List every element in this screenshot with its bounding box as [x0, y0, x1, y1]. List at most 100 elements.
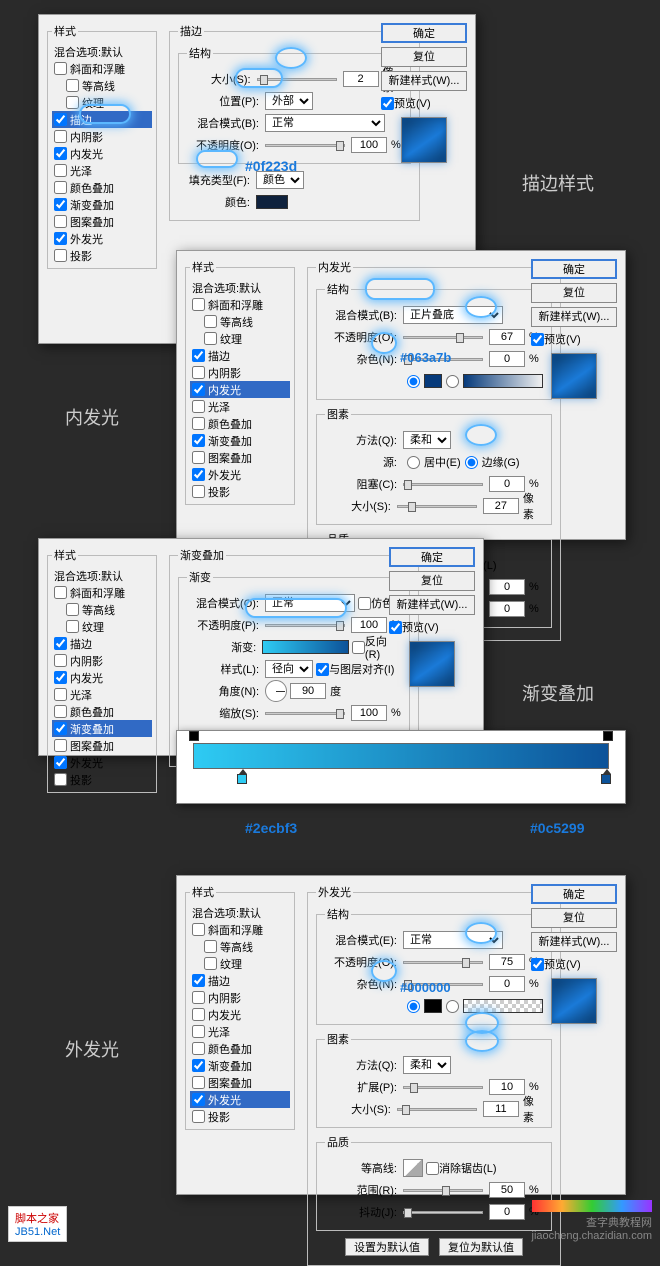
source-center-radio[interactable] — [407, 456, 420, 469]
style-inner-shadow[interactable]: 内阴影 — [52, 128, 152, 145]
ok-button[interactable]: 确定 — [389, 547, 475, 567]
jitter-input[interactable] — [489, 601, 525, 617]
size-slider[interactable] — [257, 78, 337, 81]
angle-input[interactable] — [290, 683, 326, 699]
opacity-slider[interactable] — [265, 624, 345, 627]
checkbox-drop-shadow[interactable] — [54, 249, 67, 262]
color-radio[interactable] — [407, 375, 420, 388]
new-style-button[interactable]: 新建样式(W)... — [531, 307, 617, 327]
style-select[interactable]: 径向 — [265, 660, 313, 678]
reset-button[interactable]: 复位 — [531, 283, 617, 303]
blend-select[interactable]: 正常 — [265, 114, 385, 132]
size-input[interactable] — [343, 71, 379, 87]
opacity-input[interactable] — [489, 954, 525, 970]
size-slider[interactable] — [397, 505, 477, 508]
blend-select[interactable]: 正常 — [403, 931, 503, 949]
opacity-stop-right[interactable] — [603, 731, 613, 741]
opacity-input[interactable] — [489, 329, 525, 345]
range-input[interactable] — [489, 579, 525, 595]
color-swatch[interactable] — [256, 195, 288, 209]
style-outer-glow[interactable]: 外发光 — [190, 1091, 290, 1108]
style-satin[interactable]: 光泽 — [52, 162, 152, 179]
size-slider[interactable] — [397, 1108, 477, 1111]
preview-checkbox[interactable] — [531, 333, 544, 346]
glow-color-swatch[interactable] — [424, 999, 442, 1013]
preview-checkbox[interactable] — [531, 958, 544, 971]
ok-button[interactable]: 确定 — [531, 884, 617, 904]
choke-input[interactable] — [489, 476, 525, 492]
opacity-slider[interactable] — [265, 144, 345, 147]
preview-checkbox[interactable] — [389, 621, 402, 634]
ok-button[interactable]: 确定 — [531, 259, 617, 279]
color-radio[interactable] — [407, 1000, 420, 1013]
checkbox-satin[interactable] — [54, 164, 67, 177]
scale-slider[interactable] — [265, 712, 345, 715]
reverse-checkbox[interactable] — [352, 641, 365, 654]
checkbox-inner-shadow[interactable] — [54, 130, 67, 143]
checkbox-pattern-overlay[interactable] — [54, 215, 67, 228]
checkbox-stroke[interactable] — [54, 113, 67, 126]
style-texture[interactable]: 纹理 — [52, 94, 152, 111]
style-stroke[interactable]: 描边 — [52, 111, 152, 128]
source-edge-radio[interactable] — [465, 456, 478, 469]
style-grad-overlay[interactable]: 渐变叠加 — [52, 720, 152, 737]
checkbox-bevel[interactable] — [54, 62, 67, 75]
gradient-radio[interactable] — [446, 1000, 459, 1013]
antialias-checkbox[interactable] — [426, 1162, 439, 1175]
style-drop-shadow[interactable]: 投影 — [52, 247, 152, 264]
opacity-stop-left[interactable] — [189, 731, 199, 741]
technique-select[interactable]: 柔和 — [403, 1056, 451, 1074]
style-pattern-overlay[interactable]: 图案叠加 — [52, 213, 152, 230]
blend-select[interactable]: 正片叠底 — [403, 306, 503, 324]
jitter-slider[interactable] — [403, 1211, 483, 1214]
blend-select[interactable]: 正常 — [265, 594, 355, 612]
checkbox-outer-glow[interactable] — [54, 232, 67, 245]
style-grad-overlay[interactable]: 渐变叠加 — [52, 196, 152, 213]
contour-picker[interactable] — [403, 1159, 423, 1177]
glow-color-swatch[interactable] — [424, 374, 442, 388]
opacity-slider[interactable] — [403, 961, 483, 964]
gradient-bar[interactable] — [193, 743, 609, 769]
style-inner-glow[interactable]: 内发光 — [190, 381, 290, 398]
size-input[interactable] — [483, 498, 519, 514]
scale-input[interactable] — [351, 705, 387, 721]
jitter-input[interactable] — [489, 1204, 525, 1220]
noise-input[interactable] — [489, 351, 525, 367]
checkbox-contour[interactable] — [66, 79, 79, 92]
reset-button[interactable]: 复位 — [389, 571, 475, 591]
style-outer-glow[interactable]: 外发光 — [52, 230, 152, 247]
gradient-swatch[interactable] — [262, 640, 349, 654]
checkbox-texture[interactable] — [66, 96, 79, 109]
checkbox-grad-overlay[interactable] — [54, 198, 67, 211]
dither-checkbox[interactable] — [358, 597, 371, 610]
preview-checkbox[interactable] — [381, 97, 394, 110]
angle-wheel[interactable] — [265, 680, 287, 702]
checkbox-color-overlay[interactable] — [54, 181, 67, 194]
make-default-button[interactable]: 设置为默认值 — [345, 1238, 429, 1256]
choke-slider[interactable] — [403, 483, 483, 486]
checkbox-inner-glow[interactable] — [54, 147, 67, 160]
gradient-radio[interactable] — [446, 375, 459, 388]
style-color-overlay[interactable]: 颜色叠加 — [52, 179, 152, 196]
gradient-stop-left[interactable] — [237, 769, 249, 783]
range-slider[interactable] — [403, 1189, 483, 1192]
opacity-input[interactable] — [351, 617, 387, 633]
reset-default-button[interactable]: 复位为默认值 — [439, 1238, 523, 1256]
new-style-button[interactable]: 新建样式(W)... — [381, 71, 467, 91]
style-inner-glow[interactable]: 内发光 — [52, 145, 152, 162]
noise-input[interactable] — [489, 976, 525, 992]
style-bevel[interactable]: 斜面和浮雕 — [52, 60, 152, 77]
ok-button[interactable]: 确定 — [381, 23, 467, 43]
new-style-button[interactable]: 新建样式(W)... — [389, 595, 475, 615]
position-select[interactable]: 外部 — [265, 92, 313, 110]
size-input[interactable] — [483, 1101, 519, 1117]
new-style-button[interactable]: 新建样式(W)... — [531, 932, 617, 952]
spread-slider[interactable] — [403, 1086, 483, 1089]
spread-input[interactable] — [489, 1079, 525, 1095]
align-checkbox[interactable] — [316, 663, 329, 676]
range-input[interactable] — [489, 1182, 525, 1198]
style-contour[interactable]: 等高线 — [52, 77, 152, 94]
blending-default[interactable]: 混合选项:默认 — [52, 43, 152, 60]
technique-select[interactable]: 柔和 — [403, 431, 451, 449]
gradient-stop-right[interactable] — [601, 769, 613, 783]
